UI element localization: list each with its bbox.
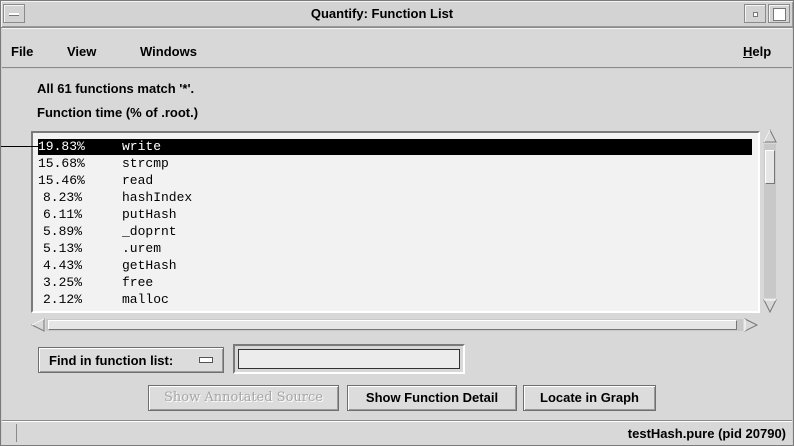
status-bar: testHash.pure (pid 20790): [2, 420, 792, 445]
maximize-icon[interactable]: [768, 4, 790, 23]
show-annotated-source-button[interactable]: Show Annotated Source: [148, 385, 339, 411]
function-percent: 8.23%: [42, 190, 82, 205]
vertical-scroll-thumb[interactable]: [765, 150, 775, 184]
function-list-row[interactable]: 8.23% hashIndex: [38, 190, 752, 206]
title-bar[interactable]: Quantify: Function List: [1, 1, 793, 28]
menu-help[interactable]: Help: [743, 44, 771, 59]
menu-file[interactable]: File: [11, 44, 33, 59]
function-name: strcmp: [122, 156, 169, 171]
option-menu-icon: [199, 357, 213, 363]
function-name: hashIndex: [122, 190, 193, 205]
function-list-row[interactable]: 19.83% write: [38, 139, 752, 155]
find-label: Find in function list:: [49, 353, 174, 368]
show-function-detail-button[interactable]: Show Function Detail: [347, 385, 517, 411]
function-percent: 5.13%: [42, 241, 82, 256]
function-list-row[interactable]: 15.68% strcmp: [38, 156, 752, 172]
function-list-row[interactable]: 15.46% read: [38, 173, 752, 189]
find-option-menu[interactable]: Find in function list:: [38, 347, 224, 373]
scroll-down-arrow-icon[interactable]: [762, 298, 778, 314]
function-list-row[interactable]: 3.25% free: [38, 275, 752, 291]
scroll-right-arrow-icon[interactable]: [743, 317, 759, 333]
vertical-scrollbar[interactable]: [762, 128, 778, 314]
function-name: _doprnt: [122, 224, 177, 239]
quantify-window: Quantify: Function List File View Window…: [0, 0, 794, 446]
function-name: free: [122, 275, 154, 290]
minimize-icon[interactable]: [744, 4, 766, 23]
function-list-row[interactable]: 6.11% putHash: [38, 207, 752, 223]
function-percent: 4.43%: [42, 258, 82, 273]
menu-windows[interactable]: Windows: [140, 44, 197, 59]
function-list-row[interactable]: 2.12% malloc: [38, 292, 752, 308]
function-name: malloc: [122, 292, 169, 307]
status-text: testHash.pure (pid 20790): [627, 426, 786, 441]
horizontal-scroll-thumb[interactable]: [48, 320, 737, 330]
function-percent: 15.46%: [38, 173, 85, 188]
locate-in-graph-button[interactable]: Locate in Graph: [523, 385, 656, 411]
function-percent: 15.68%: [38, 156, 85, 171]
menu-help-rest: elp: [752, 44, 772, 59]
function-percent: 6.11%: [42, 207, 82, 222]
callout-line: [1, 146, 41, 147]
function-percent: 3.25%: [42, 275, 82, 290]
function-name: putHash: [122, 207, 177, 222]
function-name: getHash: [122, 258, 177, 273]
metric-label: Function time (% of .root.): [37, 105, 199, 120]
vertical-scroll-track[interactable]: [764, 144, 776, 298]
function-name: read: [122, 173, 154, 188]
function-list-row[interactable]: 5.13% .urem: [38, 241, 752, 257]
function-list-row[interactable]: 5.89% _doprnt: [38, 224, 752, 240]
window-title: Quantify: Function List: [310, 6, 454, 21]
function-list-row[interactable]: 4.43% getHash: [38, 258, 752, 274]
menu-help-mnemonic: H: [743, 44, 753, 59]
horizontal-scrollbar[interactable]: [30, 317, 759, 333]
find-input-frame: [233, 344, 465, 374]
status-divider: [16, 424, 17, 442]
horizontal-scroll-track[interactable]: [46, 319, 743, 331]
scroll-up-arrow-icon[interactable]: [762, 128, 778, 144]
function-percent: 2.12%: [42, 292, 82, 307]
find-input[interactable]: [238, 349, 460, 369]
scroll-left-arrow-icon[interactable]: [30, 317, 46, 333]
menu-bar: File View Windows Help: [2, 28, 792, 68]
window-menu-icon[interactable]: [3, 4, 25, 23]
function-percent: 19.83%: [38, 139, 85, 154]
function-list[interactable]: 19.83% write 15.68% strcmp 15.46% read 8.23% ha…: [31, 131, 760, 313]
function-name: write: [122, 139, 162, 154]
match-count-text: All 61 functions match '*'.: [37, 81, 195, 96]
function-percent: 5.89%: [42, 224, 82, 239]
function-name: .urem: [122, 241, 162, 256]
menu-view[interactable]: View: [67, 44, 96, 59]
